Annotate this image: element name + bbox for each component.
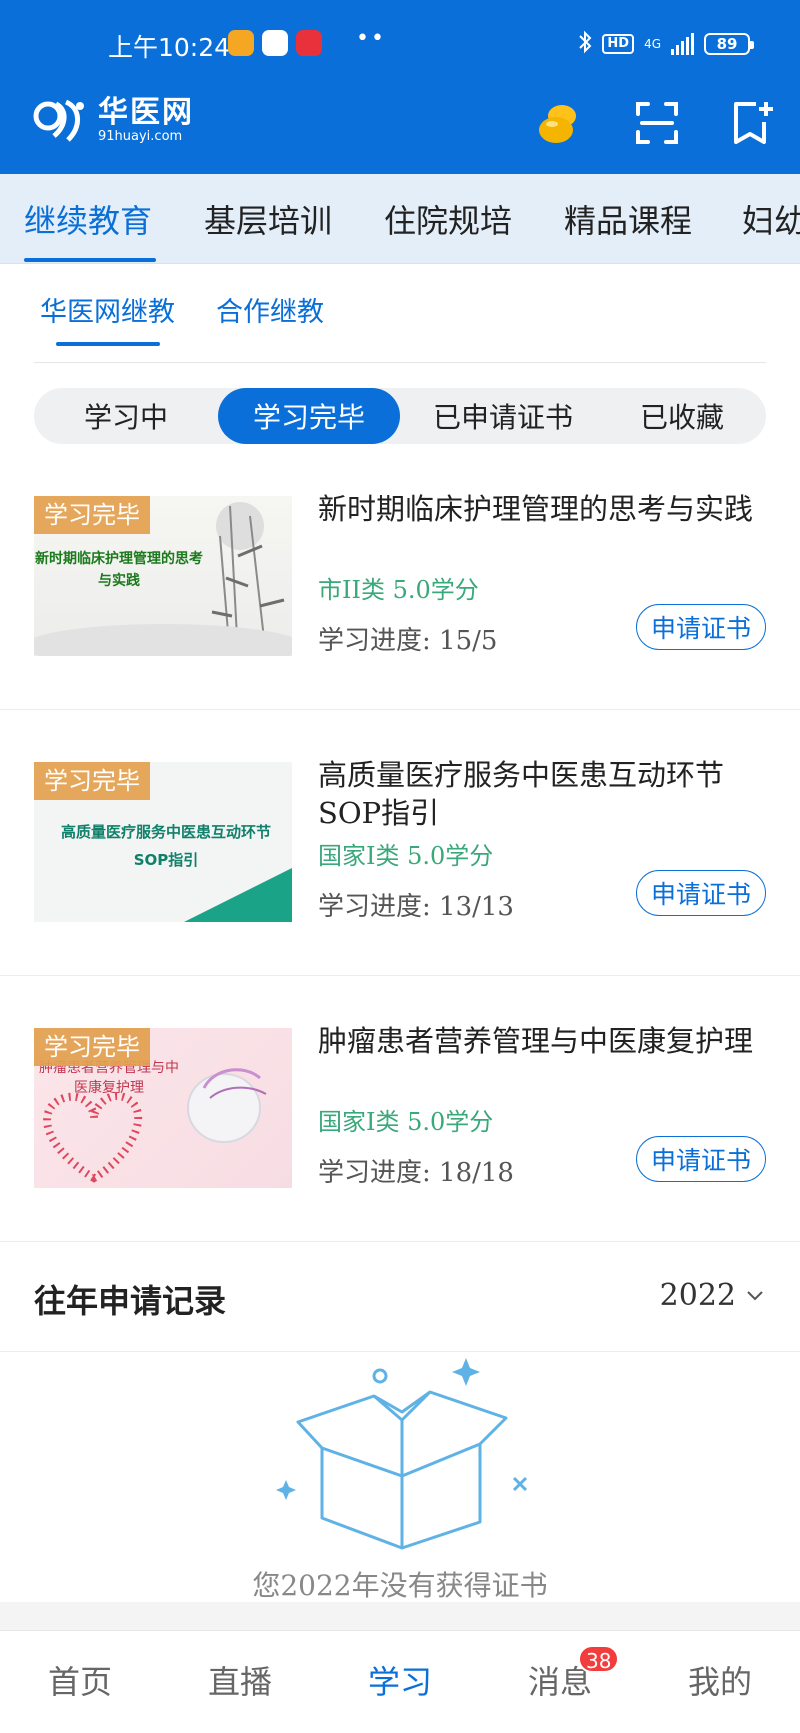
- filter-studying[interactable]: 学习中: [48, 388, 204, 444]
- course-credit: 国家I类 5.0学分: [318, 1108, 494, 1136]
- app-header: 上午10:24 •• HD 4G 89 华医网 91huayi.com: [0, 0, 800, 174]
- apply-certificate-button[interactable]: 申请证书: [636, 1136, 766, 1182]
- battery-icon: 89: [704, 33, 754, 55]
- subtab-huayi[interactable]: 华医网继教: [40, 290, 175, 329]
- tab-primary-training[interactable]: 基层培训: [204, 196, 332, 242]
- completed-badge: 学习完毕: [34, 496, 150, 534]
- empty-box-icon: [276, 1358, 528, 1550]
- hd-badge: HD: [602, 34, 635, 54]
- course-credit: 国家I类 5.0学分: [318, 842, 494, 870]
- empty-state: 您2022年没有获得证书: [0, 1352, 800, 1602]
- nav-live[interactable]: 直播: [208, 1657, 272, 1703]
- empty-message: 您2022年没有获得证书: [252, 1569, 548, 1602]
- more-notifications-icon: ••: [356, 26, 386, 51]
- tab-residency-training[interactable]: 住院规培: [384, 196, 512, 242]
- sub-tabs: 华医网继教 合作继教: [0, 264, 800, 364]
- status-time: 上午10:24: [108, 33, 231, 62]
- filter-completed[interactable]: 学习完毕: [218, 388, 400, 444]
- status-filter: 学习中 学习完毕 已申请证书 已收藏: [34, 388, 766, 444]
- nav-mine[interactable]: 我的: [688, 1657, 752, 1703]
- bottom-spacer: [0, 1602, 800, 1630]
- completed-badge: 学习完毕: [34, 1028, 150, 1066]
- thumbnail-caption: 新时期临床护理管理的思考与实践: [35, 551, 203, 589]
- course-thumbnail: 高质量医疗服务中医患互动环节SOP指引 学习完毕: [34, 762, 292, 922]
- nav-study[interactable]: 学习: [368, 1657, 432, 1703]
- course-progress: 学习进度: 15/5: [318, 626, 498, 656]
- app-logo: 华医网 91huayi.com: [32, 96, 194, 146]
- message-count-badge: 38: [578, 1645, 620, 1673]
- baidu-notification-icon: [262, 30, 288, 56]
- subtab-indicator: [56, 342, 160, 346]
- course-item[interactable]: 肿瘤患者营养管理与中医康复护理 学习完毕 肿瘤患者营养管理与中医康复护理 国家I…: [0, 976, 800, 1242]
- records-title: 往年申请记录: [34, 1282, 227, 1320]
- bean-icon[interactable]: [534, 96, 588, 150]
- logo-icon: [33, 99, 84, 142]
- header-actions: [534, 96, 780, 150]
- subtab-partner[interactable]: 合作继教: [216, 290, 324, 329]
- course-item[interactable]: 新时期临床护理管理的思考与实践 学习完毕 新时期临床护理管理的思考与实践 市II…: [0, 444, 800, 710]
- course-title: 高质量医疗服务中医患互动环节SOP指引: [318, 758, 725, 830]
- app-notification-icon: [296, 30, 322, 56]
- thumbnail-caption: 高质量医疗服务中医患互动环节SOP指引: [60, 823, 271, 869]
- tab-premium-courses[interactable]: 精品课程: [564, 196, 692, 242]
- bluetooth-icon: [578, 30, 592, 58]
- course-progress: 学习进度: 13/13: [318, 892, 514, 922]
- course-item[interactable]: 高质量医疗服务中医患互动环节SOP指引 学习完毕 高质量医疗服务中医患互动环节S…: [0, 710, 800, 976]
- course-title: 肿瘤患者营养管理与中医康复护理: [318, 1024, 754, 1058]
- nav-home[interactable]: 首页: [48, 1657, 112, 1703]
- logo-name: 华医网: [98, 95, 194, 130]
- apply-certificate-button[interactable]: 申请证书: [636, 604, 766, 650]
- message-notification-icon: [228, 30, 254, 56]
- course-title: 新时期临床护理管理的思考与实践: [318, 492, 754, 526]
- course-thumbnail: 肿瘤患者营养管理与中医康复护理 学习完毕: [34, 1028, 292, 1188]
- tab-maternal-child[interactable]: 妇幼: [742, 196, 800, 242]
- divider: [34, 362, 766, 363]
- bottom-navigation: 首页 直播 学习 消息 38 我的: [0, 1630, 800, 1733]
- completed-badge: 学习完毕: [34, 762, 150, 800]
- status-bar: 上午10:24 •• HD 4G 89: [0, 0, 800, 90]
- past-records-header: 往年申请记录 2022: [0, 1240, 800, 1352]
- logo-domain: 91huayi.com: [98, 129, 183, 144]
- status-right: HD 4G 89: [578, 30, 754, 58]
- scan-icon[interactable]: [630, 96, 684, 150]
- tab-continuing-education[interactable]: 继续教育: [24, 196, 152, 242]
- category-tabs: 继续教育 基层培训 住院规培 精品课程 妇幼: [0, 174, 800, 264]
- year-selector[interactable]: 2022: [660, 1278, 736, 1313]
- filter-favorites[interactable]: 已收藏: [602, 388, 762, 444]
- course-thumbnail: 新时期临床护理管理的思考与实践 学习完毕: [34, 496, 292, 656]
- course-progress: 学习进度: 18/18: [318, 1158, 514, 1188]
- signal-icon: [671, 33, 694, 55]
- apply-certificate-button[interactable]: 申请证书: [636, 870, 766, 916]
- course-credit: 市II类 5.0学分: [318, 576, 479, 604]
- add-bookmark-icon[interactable]: [726, 96, 780, 150]
- chevron-down-icon[interactable]: [744, 1284, 766, 1306]
- network-label: 4G: [644, 37, 661, 51]
- filter-certificate-applied[interactable]: 已申请证书: [410, 388, 596, 444]
- active-tab-indicator: [24, 258, 156, 262]
